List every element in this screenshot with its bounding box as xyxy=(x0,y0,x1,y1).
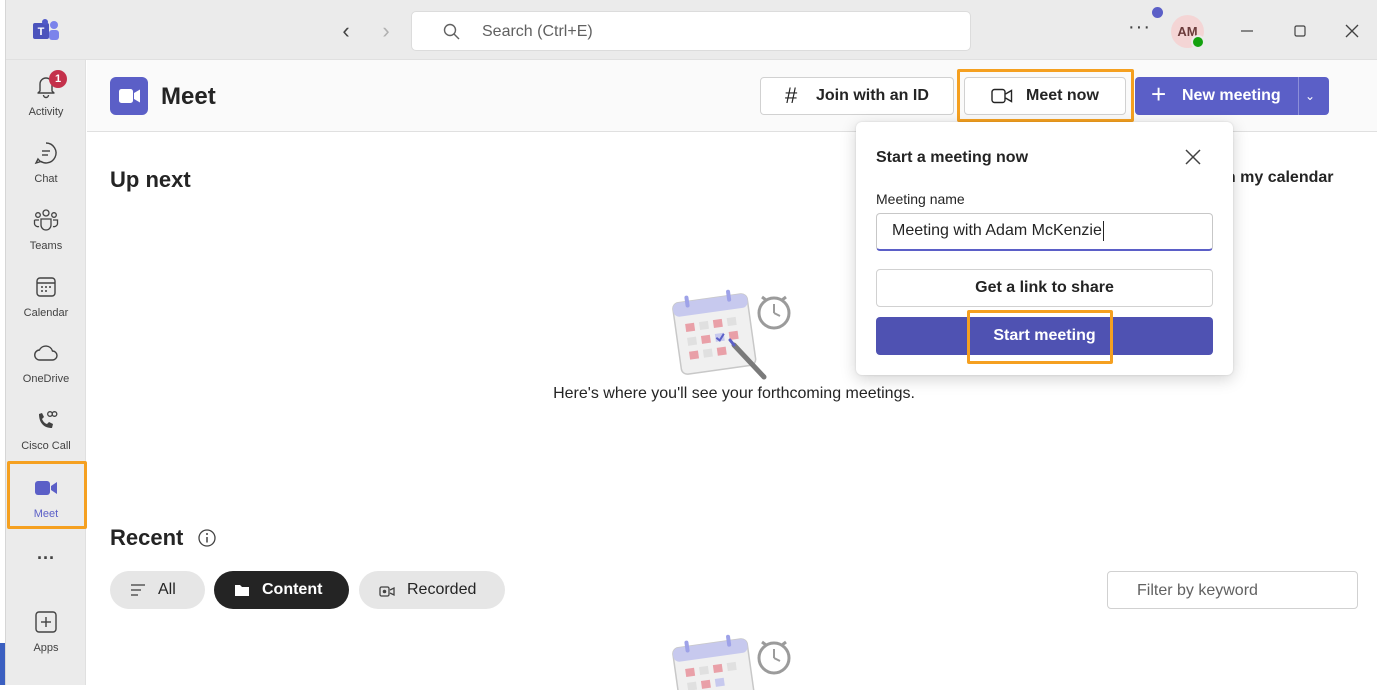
close-window-icon[interactable] xyxy=(1339,18,1365,44)
phone-icon xyxy=(39,411,58,428)
get-link-button[interactable]: Get a link to share xyxy=(876,269,1213,307)
filter-recorded-label: Recorded xyxy=(407,581,477,598)
presence-available-icon xyxy=(1191,35,1205,49)
up-next-heading: Up next xyxy=(110,167,191,192)
filter-all-pill[interactable]: All xyxy=(110,571,205,609)
more-options-icon[interactable]: ··· xyxy=(1128,16,1151,39)
plus-icon: + xyxy=(1151,79,1167,109)
rail-label: Chat xyxy=(34,173,58,185)
search-icon xyxy=(443,23,460,40)
calendar-icon xyxy=(36,277,56,297)
more-icon: ··· xyxy=(37,548,55,568)
start-meeting-highlight xyxy=(967,310,1113,364)
hash-icon: # xyxy=(785,83,798,108)
close-icon[interactable] xyxy=(1182,146,1204,168)
rail-label: Activity xyxy=(28,106,64,118)
new-meeting-label: New meeting xyxy=(1182,87,1281,104)
svg-text:T: T xyxy=(38,26,45,38)
rail-label: Apps xyxy=(33,642,59,654)
meet-app-icon xyxy=(110,77,148,115)
rail-item-more[interactable]: ··· xyxy=(6,542,86,576)
notification-dot xyxy=(1152,7,1163,18)
rail-label: OneDrive xyxy=(22,373,70,385)
filter-content-pill[interactable]: Content xyxy=(214,571,349,609)
teams-logo-icon: T xyxy=(33,19,59,40)
rail-meet-highlight xyxy=(7,461,87,529)
meeting-name-label: Meeting name xyxy=(876,191,965,207)
maximize-icon[interactable] xyxy=(1287,18,1313,44)
search-placeholder: Search (Ctrl+E) xyxy=(482,23,593,40)
open-calendar-link[interactable]: en my calendar xyxy=(1217,169,1334,187)
rail-label: Cisco Call xyxy=(21,440,71,452)
rail-item-chat[interactable]: Chat xyxy=(6,131,86,195)
chevron-down-icon[interactable]: ⌄ xyxy=(1305,78,1315,114)
recent-heading: Recent xyxy=(110,525,184,550)
rail-label: Calendar xyxy=(23,307,69,319)
activity-badge: 1 xyxy=(49,70,67,88)
split-divider xyxy=(1298,77,1299,115)
rail-item-apps[interactable]: Apps xyxy=(6,600,86,664)
search-input[interactable]: Search (Ctrl+E) xyxy=(411,11,971,51)
meet-now-highlight xyxy=(957,69,1134,122)
filter-recorded-pill[interactable]: Recorded xyxy=(359,571,505,609)
join-with-id-button[interactable]: # Join with an ID xyxy=(760,77,954,115)
filter-all-label: All xyxy=(158,581,176,598)
forward-arrow-icon[interactable]: › xyxy=(374,18,398,44)
teams-app: T ‹ › Search (Ctrl+E) ··· AM 1 Activity … xyxy=(0,0,1377,690)
back-arrow-icon[interactable]: ‹ xyxy=(334,18,358,44)
teams-icon xyxy=(33,209,59,231)
calendar-clock-illustration xyxy=(672,289,791,380)
chat-icon xyxy=(34,142,57,165)
recording-icon xyxy=(379,586,395,597)
list-filter-icon xyxy=(131,584,145,596)
page-title: Meet xyxy=(161,83,216,110)
app-rail: 1 Activity Chat Teams Calendar OneDrive … xyxy=(6,60,87,685)
cloud-icon xyxy=(34,345,58,361)
text-caret xyxy=(1102,220,1104,241)
title-bar: T ‹ › Search (Ctrl+E) ··· AM xyxy=(6,0,1377,60)
rail-label: Teams xyxy=(29,240,63,252)
filter-by-keyword-input[interactable]: Filter by keyword xyxy=(1107,571,1358,609)
empty-state-text: Here's where you'll see your forthcoming… xyxy=(553,385,915,402)
new-meeting-button[interactable]: + New meeting ⌄ xyxy=(1135,77,1329,115)
filter-content-label: Content xyxy=(262,581,323,598)
add-apps-icon xyxy=(35,611,57,633)
rail-item-activity[interactable]: 1 Activity xyxy=(6,64,86,128)
filter-placeholder: Filter by keyword xyxy=(1137,582,1258,599)
meeting-name-field[interactable]: Meeting with Adam McKenzie xyxy=(876,213,1213,251)
meeting-name-value: Meeting with Adam McKenzie xyxy=(892,222,1102,239)
info-icon[interactable] xyxy=(197,528,217,548)
popup-title: Start a meeting now xyxy=(876,149,1029,166)
rail-item-onedrive[interactable]: OneDrive xyxy=(6,331,86,395)
calendar-clock-illustration xyxy=(672,634,791,690)
join-with-id-label: Join with an ID xyxy=(816,87,929,104)
minimize-icon[interactable] xyxy=(1234,18,1260,44)
rail-item-calendar[interactable]: Calendar xyxy=(6,265,86,329)
rail-item-teams[interactable]: Teams xyxy=(6,198,86,262)
folder-icon xyxy=(235,585,249,596)
rail-item-cisco-call[interactable]: Cisco Call xyxy=(6,398,86,462)
